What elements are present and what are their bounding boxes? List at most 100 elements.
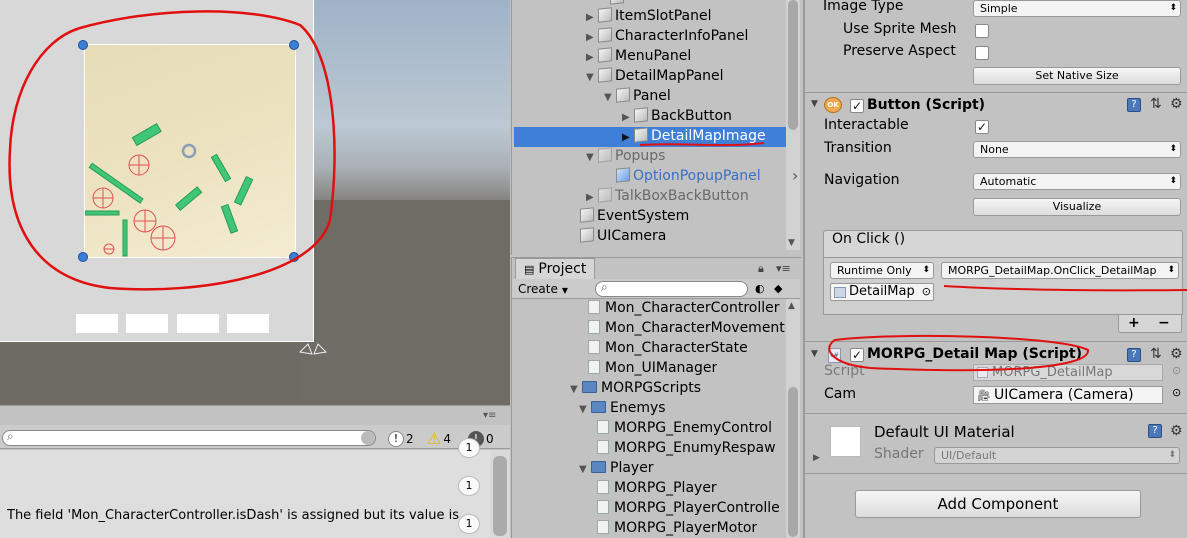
collapsed-arrow-icon[interactable]: ▶ bbox=[586, 48, 598, 68]
hierarchy-item[interactable]: ▶ DetailMapImage bbox=[622, 126, 766, 146]
hierarchy-item[interactable]: EventSystem bbox=[568, 206, 689, 226]
button-component-title: Button (Script) bbox=[867, 97, 986, 113]
gear-icon[interactable]: ⚙ bbox=[1170, 96, 1183, 112]
script-enabled-checkbox[interactable]: ✓ bbox=[850, 348, 864, 362]
onclick-label: On Click () bbox=[832, 231, 906, 247]
hierarchy-item[interactable]: ▼ Popups bbox=[586, 146, 665, 166]
console-log-message[interactable]: The field 'Mon_CharacterController.isDas… bbox=[7, 508, 490, 523]
project-folder-item[interactable]: ▼ Enemys bbox=[579, 398, 666, 418]
console-menu-icon[interactable]: ▾≡ bbox=[483, 410, 496, 421]
lock-icon[interactable]: 🔒︎ bbox=[758, 262, 764, 276]
console-warn-toggle[interactable]: ⚠ 4 bbox=[427, 430, 451, 448]
project-item-label: MORPGScripts bbox=[601, 380, 702, 396]
gear-icon[interactable]: ⚙ bbox=[1170, 346, 1183, 362]
project-script-item[interactable]: Mon_CharacterController bbox=[588, 298, 780, 318]
script-file-icon bbox=[597, 420, 609, 434]
navigation-label: Navigation bbox=[824, 172, 900, 188]
collapse-count-badge: 1 bbox=[458, 476, 480, 496]
help-icon[interactable]: ? bbox=[1127, 348, 1141, 362]
expanded-arrow-icon[interactable]: ▼ bbox=[586, 148, 598, 168]
hierarchy-item[interactable]: ▼ DetailMapPanel bbox=[586, 66, 724, 86]
object-picker-icon[interactable]: ⊙ bbox=[1172, 386, 1181, 399]
cam-field[interactable]: 🎥︎ UICamera (Camera) bbox=[973, 386, 1163, 404]
project-folder-item[interactable]: ▼ Player bbox=[579, 458, 654, 478]
visualize-button[interactable]: Visualize bbox=[973, 198, 1181, 216]
gameobject-cube-icon bbox=[634, 107, 648, 123]
project-script-item[interactable]: Mon_CharacterState bbox=[588, 338, 748, 358]
runtime-dropdown[interactable]: Runtime Only bbox=[830, 262, 934, 279]
target-object-field[interactable]: DetailMap ⊙ bbox=[830, 283, 934, 301]
expanded-arrow-icon[interactable]: ▼ bbox=[579, 400, 591, 418]
project-item-label: MORPG_PlayerControlle bbox=[614, 500, 780, 516]
filter-type-icon[interactable]: ◐ bbox=[755, 282, 765, 295]
project-script-item[interactable]: Mon_UIManager bbox=[588, 358, 717, 378]
project-script-item[interactable]: MORPG_EnumyRespaw bbox=[597, 438, 776, 458]
project-script-item[interactable]: MORPG_EnemyControl bbox=[597, 418, 772, 438]
expanded-arrow-icon[interactable]: ▼ bbox=[604, 88, 616, 108]
object-picker-icon[interactable]: ⊙ bbox=[922, 284, 931, 300]
function-dropdown[interactable]: MORPG_DetailMap.OnClick_DetailMap bbox=[941, 262, 1179, 279]
hierarchy-item-label: EventSystem bbox=[597, 208, 690, 224]
collapsed-arrow-icon[interactable]: ▶ bbox=[622, 108, 634, 128]
expanded-arrow-icon[interactable]: ▼ bbox=[579, 460, 591, 478]
hierarchy-item[interactable]: ▶ TalkBoxBackButton bbox=[586, 186, 749, 206]
section-divider bbox=[805, 92, 1187, 93]
collapsed-arrow-icon[interactable]: ▶ bbox=[586, 188, 598, 208]
project-script-item[interactable]: MORPG_Player bbox=[597, 478, 717, 498]
button-enabled-checkbox[interactable]: ✓ bbox=[850, 99, 864, 113]
preset-icon[interactable]: ⇅ bbox=[1150, 346, 1162, 362]
transition-dropdown[interactable]: None bbox=[973, 141, 1181, 158]
hierarchy-item[interactable]: ▶ BackButton bbox=[622, 106, 732, 126]
console-info-toggle[interactable]: ! 2 bbox=[388, 430, 414, 448]
tab-project[interactable]: ▤ Project bbox=[515, 258, 596, 280]
hierarchy-item[interactable]: ▼ Panel bbox=[604, 86, 671, 106]
help-icon[interactable]: ? bbox=[1127, 98, 1141, 112]
ui-button-slot bbox=[227, 314, 269, 333]
hierarchy-item[interactable]: ▶ MenuPanel bbox=[586, 46, 691, 66]
remove-event-button[interactable]: − bbox=[1158, 315, 1170, 331]
set-native-size-button[interactable]: Set Native Size bbox=[973, 67, 1181, 85]
hierarchy-item[interactable]: UICamera bbox=[568, 226, 666, 246]
collapse-arrow-icon[interactable]: ▼ bbox=[811, 99, 818, 109]
console-log-list[interactable] bbox=[0, 450, 490, 538]
help-icon[interactable]: ? bbox=[1148, 424, 1162, 438]
search-clear-icon[interactable] bbox=[361, 431, 375, 445]
hierarchy-scrollbar[interactable]: ▼ bbox=[786, 0, 800, 250]
navigation-dropdown[interactable]: Automatic bbox=[973, 173, 1181, 190]
expand-arrow-icon[interactable]: ▶ bbox=[813, 453, 820, 463]
script-component-title: MORPG_Detail Map (Script) bbox=[867, 346, 1082, 362]
collapse-arrow-icon[interactable]: ▼ bbox=[811, 349, 818, 359]
hierarchy-item[interactable]: ▶ ItemSlotPanel bbox=[586, 6, 711, 26]
hierarchy-item[interactable]: ▶ CharacterInfoPanel bbox=[586, 26, 748, 46]
expanded-arrow-icon[interactable]: ▼ bbox=[586, 68, 598, 88]
project-script-item[interactable]: MORPG_PlayerControlle bbox=[597, 498, 780, 518]
add-component-button[interactable]: Add Component bbox=[855, 490, 1141, 518]
project-scrollbar[interactable]: ▲ bbox=[786, 299, 800, 538]
collapsed-arrow-icon[interactable]: ▶ bbox=[586, 8, 598, 28]
create-button[interactable]: Create ▼ bbox=[518, 280, 582, 298]
project-search-input[interactable]: ⌕ bbox=[595, 280, 748, 297]
interactable-checkbox[interactable]: ✓ bbox=[975, 120, 989, 134]
gameobject-cube-icon bbox=[598, 187, 612, 203]
gear-icon[interactable]: ⚙ bbox=[1170, 423, 1183, 439]
console-search-input[interactable]: ⌕ bbox=[2, 429, 376, 446]
scene-view[interactable] bbox=[0, 0, 510, 405]
console-scrollbar[interactable] bbox=[490, 450, 510, 538]
prefab-open-icon[interactable]: › bbox=[792, 166, 798, 186]
project-script-item[interactable]: MORPG_PlayerMotor bbox=[597, 518, 757, 538]
script-file-icon bbox=[588, 320, 600, 334]
project-folder-item[interactable]: ▼ MORPGScripts bbox=[570, 378, 701, 398]
filter-label-icon[interactable]: ◆ bbox=[774, 282, 782, 295]
use-sprite-mesh-checkbox[interactable] bbox=[975, 24, 989, 38]
collapsed-arrow-icon[interactable]: ▶ bbox=[622, 128, 634, 148]
preset-icon[interactable]: ⇅ bbox=[1150, 96, 1162, 112]
image-type-dropdown[interactable]: Simple bbox=[973, 0, 1181, 17]
add-event-button[interactable]: + bbox=[1128, 315, 1140, 331]
preserve-aspect-checkbox[interactable] bbox=[975, 46, 989, 60]
script-label: Script bbox=[824, 363, 865, 379]
hierarchy-item[interactable]: OptionPopupPanel › bbox=[604, 166, 798, 186]
project-script-item[interactable]: Mon_CharacterMovement bbox=[588, 318, 785, 338]
collapsed-arrow-icon[interactable]: ▶ bbox=[586, 28, 598, 48]
panel-menu-icon[interactable]: ▾≡ bbox=[776, 262, 791, 275]
expanded-arrow-icon[interactable]: ▼ bbox=[570, 380, 582, 398]
